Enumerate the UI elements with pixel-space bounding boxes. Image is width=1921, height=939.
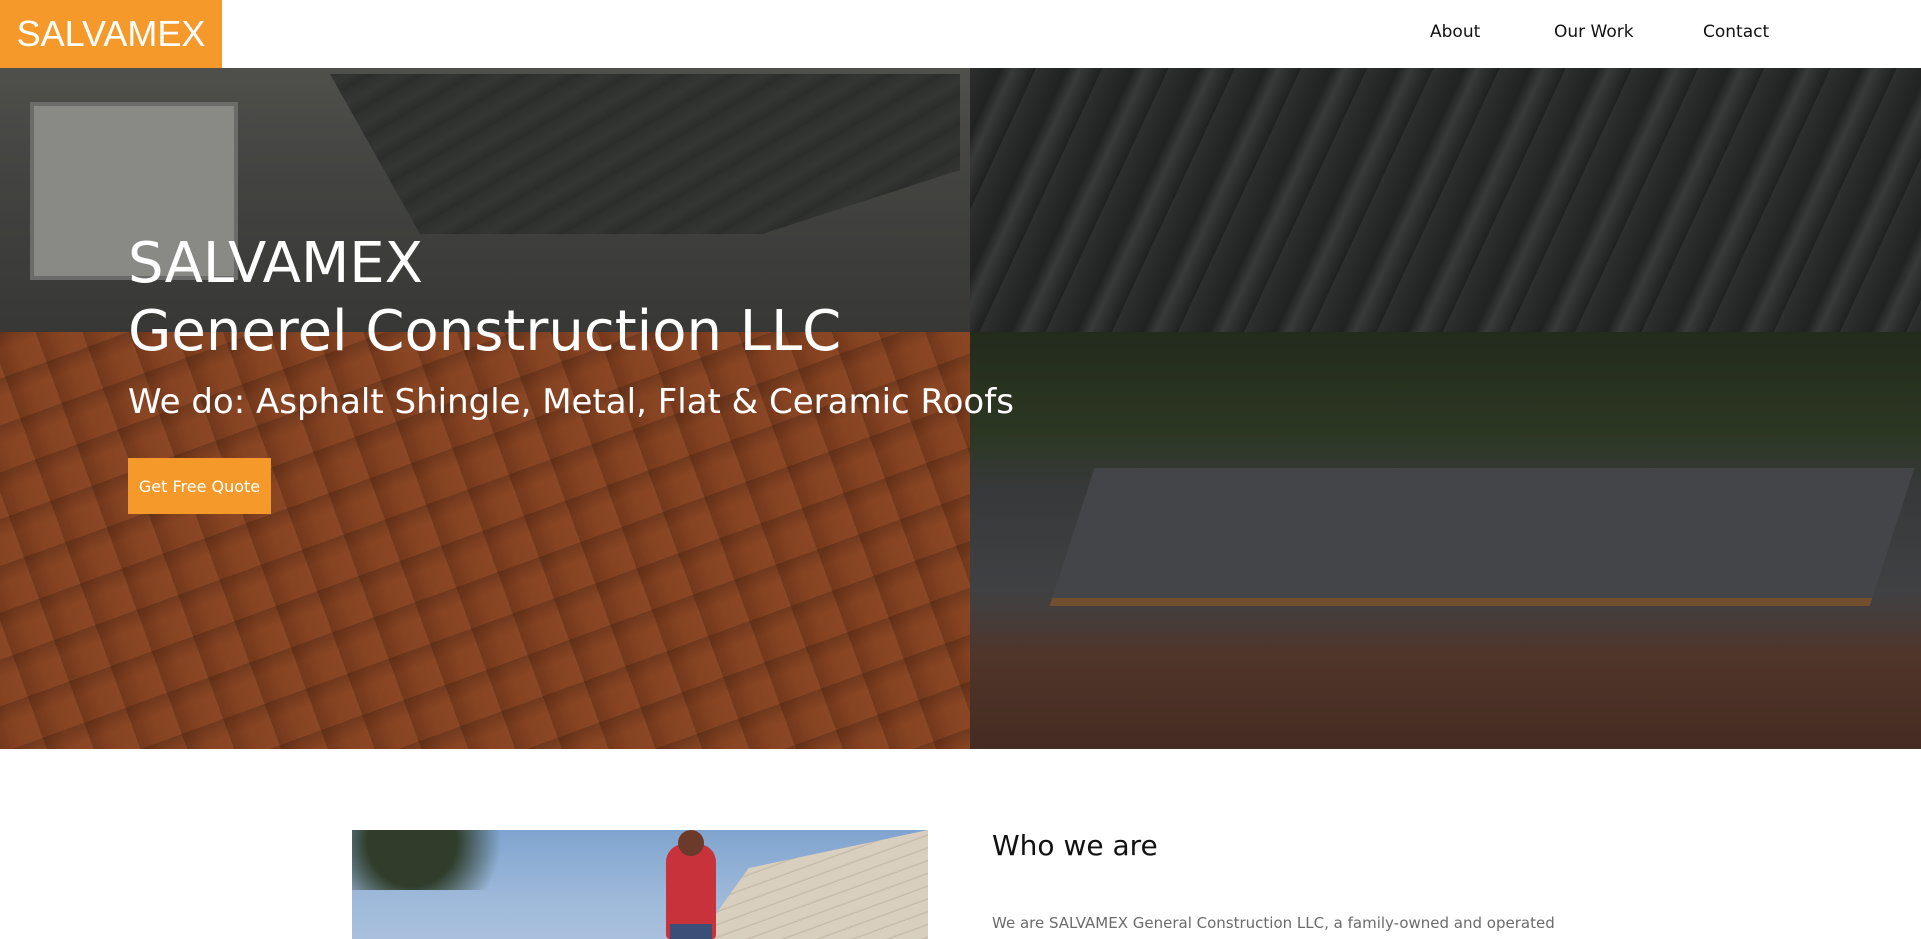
hero-subtitle: We do: Asphalt Shingle, Metal, Flat & Ce… bbox=[128, 382, 1014, 422]
about-heading: Who we are bbox=[992, 829, 1158, 862]
hero-title: SALVAMEX Generel Construction LLC bbox=[128, 230, 841, 366]
get-free-quote-button[interactable]: Get Free Quote bbox=[128, 458, 271, 514]
roofer-photo bbox=[352, 830, 928, 939]
about-text: We are SALVAMEX General Construction LLC… bbox=[992, 914, 1555, 932]
hero-section: SALVAMEX Generel Construction LLC We do:… bbox=[0, 68, 1921, 749]
logo[interactable]: SALVAMEX bbox=[0, 0, 222, 68]
tree-shape bbox=[352, 830, 552, 890]
worker-jeans bbox=[670, 924, 712, 939]
nav-link-about[interactable]: About bbox=[1430, 22, 1480, 42]
worker-head bbox=[678, 830, 704, 856]
house-siding-shape bbox=[698, 830, 928, 939]
site-header: SALVAMEX About Our Work Contact bbox=[0, 0, 1921, 68]
nav-link-our-work[interactable]: Our Work bbox=[1554, 22, 1634, 42]
hero-title-line-1: SALVAMEX bbox=[128, 231, 424, 296]
nav-link-contact[interactable]: Contact bbox=[1703, 22, 1769, 42]
hero-title-line-2: Generel Construction LLC bbox=[128, 299, 842, 364]
